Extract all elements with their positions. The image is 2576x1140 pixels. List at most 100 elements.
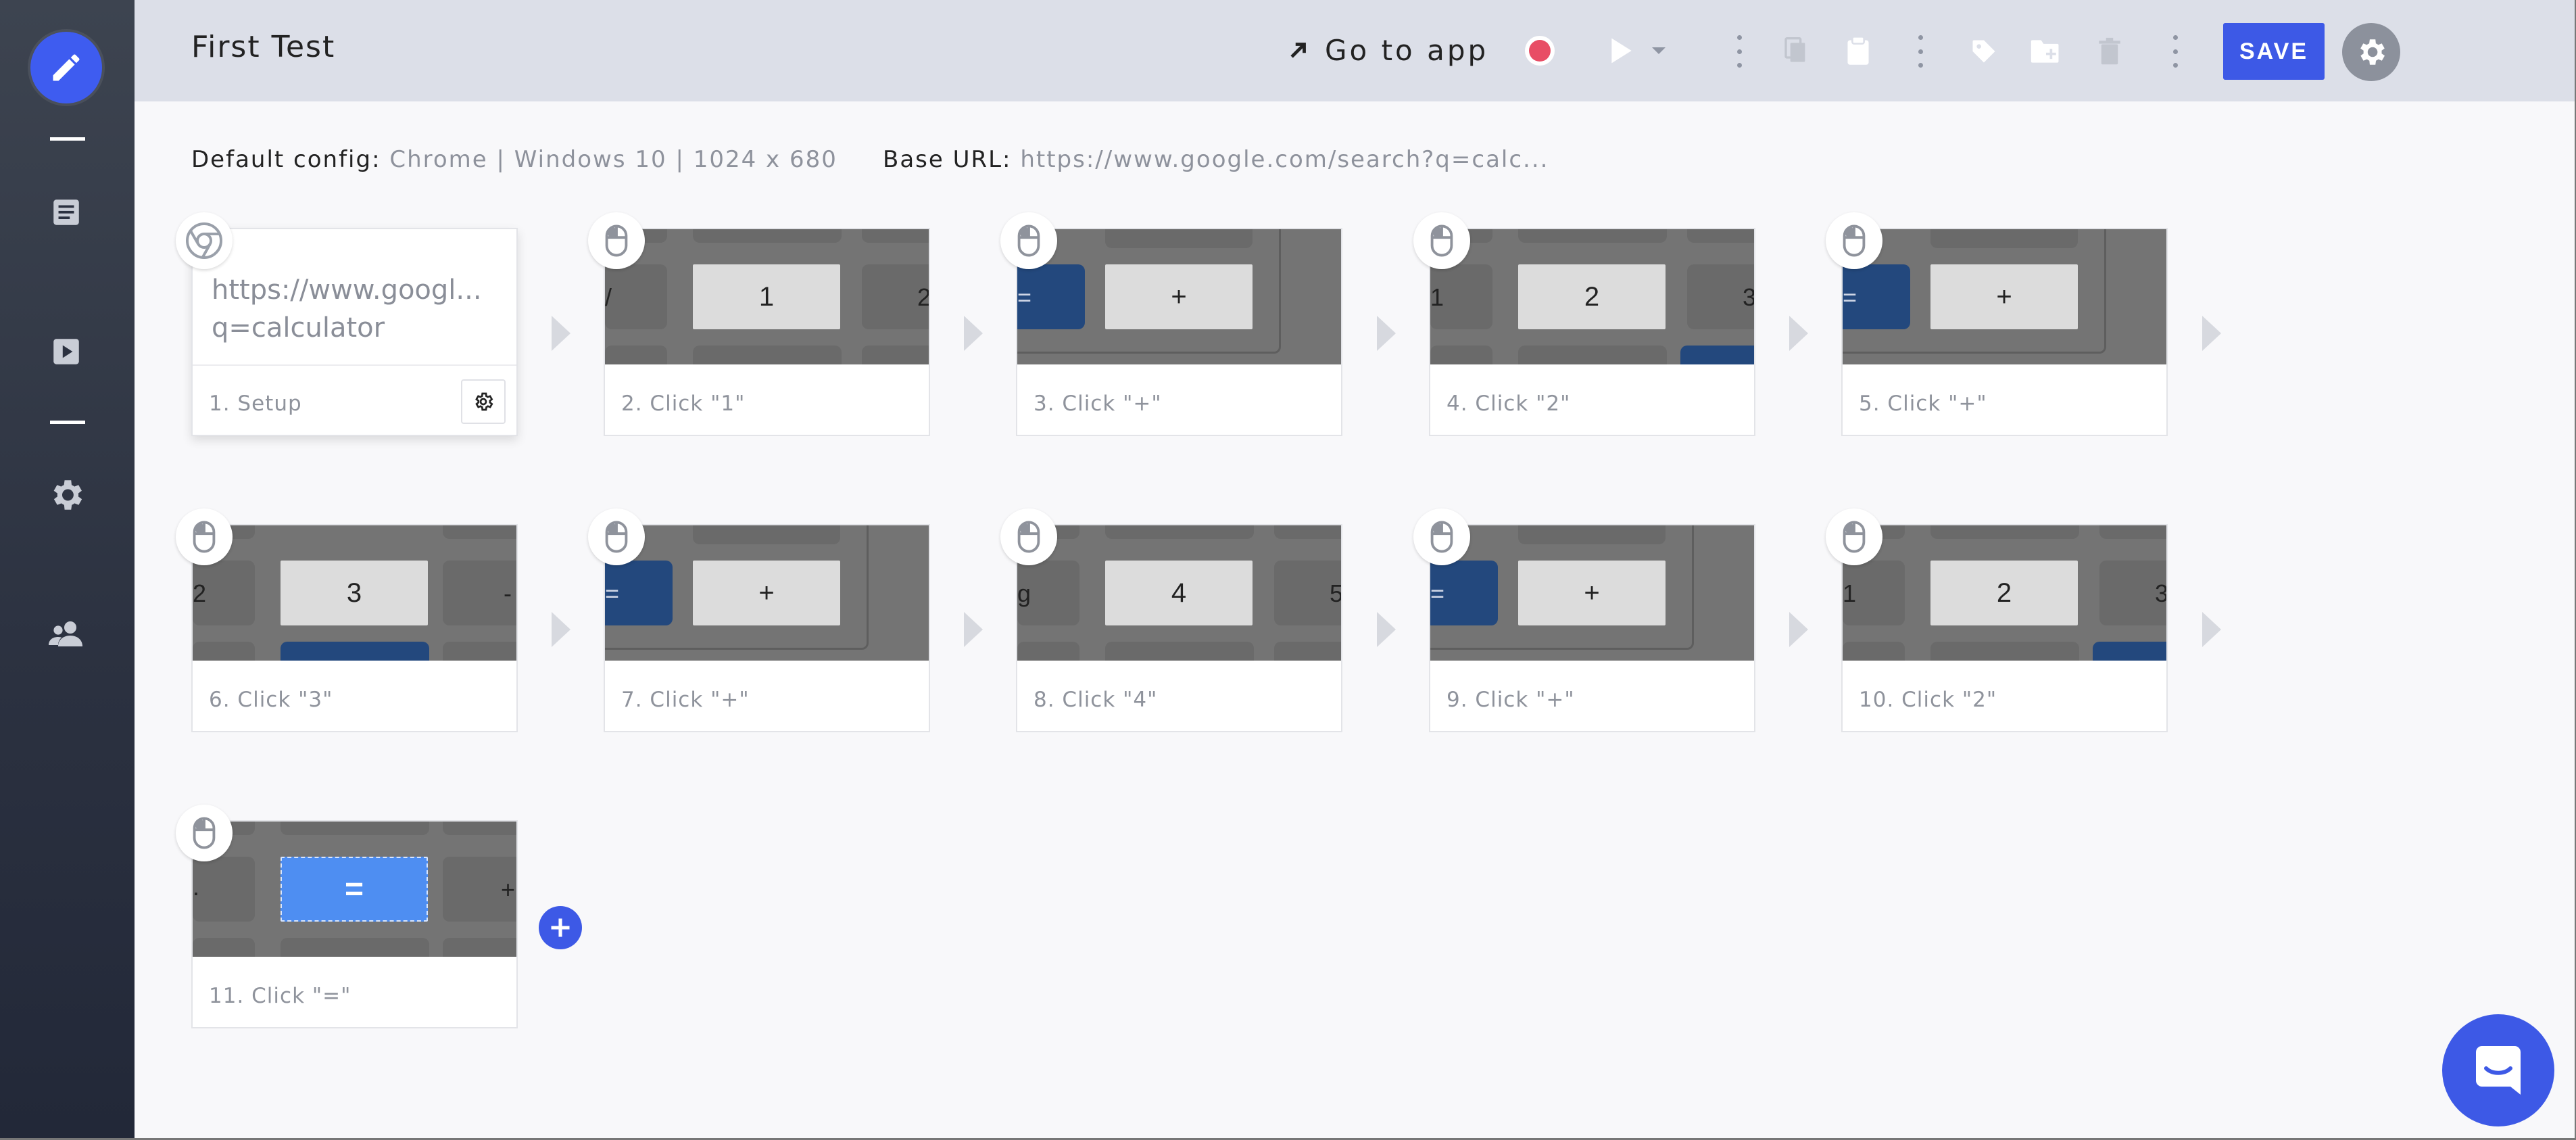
mouse-icon (1000, 508, 1057, 565)
target-key: + (693, 561, 840, 625)
target-key: + (1105, 264, 1253, 329)
play-icon[interactable] (46, 331, 87, 372)
play-options-dropdown[interactable] (1649, 41, 1669, 61)
play-icon (1611, 38, 1632, 64)
step-connector-arrow (552, 316, 570, 351)
step-card[interactable]: 1 3 2 4. Click "2" (1413, 212, 1755, 436)
folder-add-icon (2031, 40, 2059, 63)
tag-icon (1972, 40, 1995, 63)
step-connector-arrow (1377, 316, 1396, 351)
step-thumbnail: 1 3 2 (1430, 229, 1754, 364)
sidebar-divider (50, 421, 85, 424)
chevron-down-icon (1652, 47, 1666, 54)
step-connector-arrow (2202, 316, 2221, 351)
step-card[interactable]: = + 5. Click "+" (1826, 212, 2168, 436)
key-edge-label: / (605, 283, 612, 311)
setup-url-line1: https://www.googl... (212, 275, 482, 306)
copy-button[interactable] (1780, 35, 1812, 66)
settings-button[interactable] (2342, 23, 2400, 81)
step-caption: 7. Click "+" (621, 688, 750, 712)
step-thumbnail: = + (1017, 229, 1341, 364)
key-edge-label: 1 (1430, 283, 1444, 311)
mouse-icon (1826, 508, 1882, 565)
record-button[interactable] (1523, 34, 1557, 68)
sidebar (0, 0, 135, 1140)
go-to-app-button[interactable]: Go to app (1287, 30, 1488, 70)
key-edge-label: - (504, 579, 512, 607)
step-card[interactable]: / 2 1 2. Click "1" (588, 212, 930, 436)
step-connector-arrow (1789, 612, 1808, 647)
key-edge-label: + (501, 876, 516, 903)
step-thumbnail: = + (1430, 525, 1754, 661)
default-config: Default config: Chrome | Windows 10 | 10… (191, 146, 837, 173)
users-icon[interactable] (46, 614, 87, 655)
step-card[interactable]: 1 3 2 10. Click "2" (1826, 508, 2168, 732)
step-card[interactable]: = + 9. Click "+" (1413, 508, 1755, 732)
page-title: First Test (191, 30, 336, 64)
more-vertical-icon[interactable] (2172, 35, 2179, 68)
key-edge-label: 5 (1330, 579, 1341, 607)
setup-settings-button[interactable] (461, 379, 506, 424)
divider (193, 364, 516, 366)
copy-icon (1784, 37, 1805, 62)
key-edge-label: = (605, 579, 620, 607)
paste-button[interactable] (1843, 34, 1874, 68)
gear-icon[interactable] (46, 475, 87, 515)
save-button[interactable]: SAVE (2223, 23, 2325, 80)
mouse-icon (588, 508, 645, 565)
step-thumbnail: g 5 4 (1017, 525, 1341, 661)
more-vertical-icon[interactable] (1917, 35, 1924, 68)
tag-button[interactable] (1968, 35, 2000, 68)
step-thumbnail: / 2 1 (605, 229, 929, 364)
step-caption: 10. Click "2" (1859, 688, 1997, 712)
step-thumbnail: 2 - 3 (193, 525, 516, 661)
step-card-setup[interactable]: https://www.googl... q=calculator 1. Set… (176, 212, 518, 436)
base-url-value[interactable]: https://www.google.com/search?q=calc... (1020, 146, 1549, 173)
target-key: 3 (281, 561, 428, 625)
default-config-value[interactable]: Chrome | Windows 10 | 1024 x 680 (389, 146, 837, 173)
step-connector-arrow (1789, 316, 1808, 351)
step-caption: 1. Setup (209, 391, 302, 416)
gear-icon (475, 392, 493, 411)
play-button[interactable] (1605, 32, 1638, 69)
settings-gear-icon (2360, 39, 2385, 65)
chat-button[interactable] (2442, 1014, 2554, 1126)
add-folder-button[interactable] (2028, 35, 2064, 68)
step-thumbnail: . + = (193, 822, 516, 957)
mouse-icon (1000, 212, 1057, 269)
step-connector-arrow (2202, 612, 2221, 647)
add-step-button[interactable] (539, 906, 582, 949)
key-edge-label: . (193, 873, 200, 901)
go-to-app-label: Go to app (1325, 33, 1489, 67)
record-icon (1525, 36, 1555, 66)
step-caption: 9. Click "+" (1447, 688, 1575, 712)
target-key: 2 (1930, 561, 2078, 625)
step-card[interactable]: 2 - 3 6. Click "3" (176, 508, 518, 732)
key-edge-label: 3 (1743, 283, 1754, 311)
step-card[interactable]: . + = 11. Click "=" (176, 805, 518, 1028)
step-thumbnail: = + (605, 525, 929, 661)
step-caption: 2. Click "1" (621, 391, 746, 416)
key-edge-label: 2 (193, 579, 207, 607)
step-card[interactable]: = + 7. Click "+" (588, 508, 930, 732)
step-card[interactable]: = + 3. Click "+" (1000, 212, 1342, 436)
delete-button[interactable] (2095, 35, 2124, 68)
more-vertical-icon[interactable] (1736, 35, 1743, 68)
mouse-icon (1413, 212, 1470, 269)
step-caption: 5. Click "+" (1859, 391, 1987, 416)
mouse-icon (1826, 212, 1882, 269)
key-edge-label: 1 (1843, 579, 1857, 607)
target-key: 4 (1105, 561, 1253, 625)
target-key: 1 (693, 264, 840, 329)
edit-pencil-icon[interactable] (30, 32, 102, 103)
header: First Test Go to app (135, 0, 2576, 101)
step-card[interactable]: g 5 4 8. Click "4" (1000, 508, 1342, 732)
step-caption: 8. Click "4" (1034, 688, 1158, 712)
step-connector-arrow (964, 316, 983, 351)
key-edge-label: g (1017, 579, 1031, 607)
step-thumbnail: = + (1843, 229, 2166, 364)
step-thumbnail: 1 3 2 (1843, 525, 2166, 661)
list-icon[interactable] (46, 192, 87, 233)
chat-icon (2476, 1046, 2521, 1095)
setup-url: https://www.googl... q=calculator (212, 271, 495, 347)
